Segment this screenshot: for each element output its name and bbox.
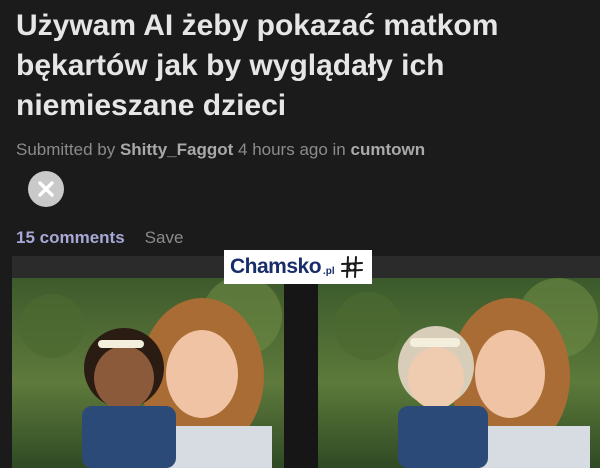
crosshair-icon bbox=[340, 255, 364, 279]
watermark-tld: .pl bbox=[323, 266, 335, 277]
close-button[interactable] bbox=[28, 171, 64, 207]
close-icon bbox=[38, 181, 54, 197]
watermark-brand: Chamsko bbox=[230, 255, 322, 278]
right-photo bbox=[318, 256, 600, 468]
post-time: 4 hours ago in bbox=[233, 140, 351, 159]
submitted-prefix: Submitted by bbox=[16, 140, 120, 159]
save-link[interactable]: Save bbox=[145, 228, 184, 247]
author-link[interactable]: Shitty_Faggot bbox=[120, 140, 233, 159]
submission-info: Submitted by Shitty_Faggot 4 hours ago i… bbox=[16, 140, 425, 160]
photo-divider bbox=[284, 256, 318, 468]
post-title[interactable]: Używam AI żeby pokazać matkom bękartów j… bbox=[16, 6, 591, 126]
left-photo bbox=[12, 256, 284, 468]
comments-link[interactable]: 15 comments bbox=[16, 228, 125, 247]
watermark-logo: Chamsko .pl bbox=[224, 250, 372, 284]
subreddit-link[interactable]: cumtown bbox=[351, 140, 426, 159]
post-actions: 15 comments Save bbox=[16, 228, 183, 248]
